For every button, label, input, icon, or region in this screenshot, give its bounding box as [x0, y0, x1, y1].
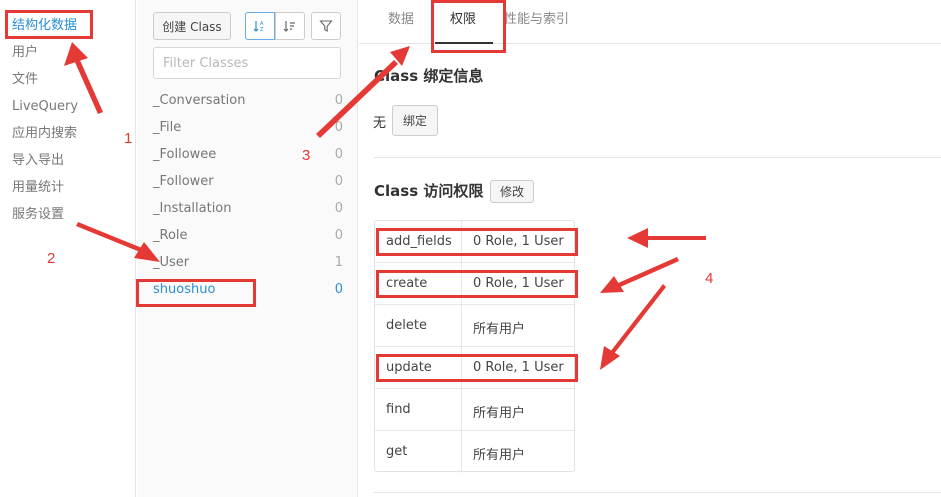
- active-tab-indicator: [435, 42, 493, 44]
- bind-button[interactable]: 绑定: [392, 105, 438, 136]
- class-name: _Installation: [153, 201, 232, 216]
- table-row[interactable]: delete 所有用户: [375, 305, 574, 347]
- class-count: 0: [334, 201, 343, 216]
- class-item-installation[interactable]: _Installation 0: [153, 199, 343, 219]
- svg-text:Z: Z: [260, 27, 264, 33]
- permission-value: 0 Role, 1 User: [473, 276, 564, 291]
- nav-item-usage-stats[interactable]: 用量统计: [12, 180, 64, 196]
- permission-name: delete: [386, 318, 427, 333]
- nav-item-in-app-search[interactable]: 应用内搜索: [12, 126, 77, 142]
- tab-permissions[interactable]: 权限: [450, 12, 476, 28]
- nav-item-structured-data[interactable]: 结构化数据: [12, 18, 77, 34]
- permission-name: create: [386, 276, 428, 291]
- sort-alpha-button[interactable]: A Z: [245, 12, 275, 40]
- divider: [374, 492, 941, 493]
- permission-value: 所有用户: [473, 406, 526, 421]
- nav-item-files[interactable]: 文件: [12, 72, 38, 88]
- table-row[interactable]: get 所有用户: [375, 431, 574, 473]
- permission-name: add_fields: [386, 234, 452, 249]
- sort-count-icon: [283, 21, 295, 32]
- class-count: 0: [334, 282, 343, 297]
- class-name: _User: [153, 255, 190, 270]
- tab-performance-index[interactable]: 性能与索引: [504, 12, 569, 28]
- class-item-conversation[interactable]: _Conversation 0: [153, 91, 343, 111]
- nav-item-import-export[interactable]: 导入导出: [12, 153, 64, 169]
- class-item-role[interactable]: _Role 0: [153, 226, 343, 246]
- table-row[interactable]: find 所有用户: [375, 389, 574, 431]
- permission-value: 所有用户: [473, 448, 526, 463]
- sort-count-button[interactable]: [275, 12, 305, 40]
- permission-value: 0 Role, 1 User: [473, 234, 564, 249]
- class-name: _File: [153, 120, 182, 135]
- tab-bar: 数据 权限 性能与索引: [359, 0, 941, 44]
- divider: [374, 157, 941, 158]
- class-list-panel: 创建 Class A Z _Conversation 0 _File 0 _Fo…: [137, 0, 358, 497]
- class-name: shuoshuo: [153, 282, 216, 297]
- filter-button[interactable]: [311, 12, 341, 40]
- class-item-shuoshuo[interactable]: shuoshuo 0: [153, 280, 343, 300]
- class-count: 1: [334, 255, 343, 270]
- create-class-button[interactable]: 创建 Class: [153, 12, 231, 40]
- permission-name: update: [386, 360, 432, 375]
- table-row[interactable]: create 0 Role, 1 User: [375, 263, 574, 305]
- class-count: 0: [334, 228, 343, 243]
- permission-value: 所有用户: [473, 322, 526, 337]
- permission-name: find: [386, 402, 411, 417]
- class-name: _Follower: [153, 174, 214, 189]
- sort-alpha-icon: A Z: [253, 21, 264, 33]
- permission-value: 0 Role, 1 User: [473, 360, 564, 375]
- class-count: 0: [334, 120, 343, 135]
- nav-item-users[interactable]: 用户: [12, 45, 38, 61]
- class-count: 0: [334, 147, 343, 162]
- nav-item-livequery[interactable]: LiveQuery: [12, 99, 78, 115]
- class-count: 0: [334, 93, 343, 108]
- class-item-file[interactable]: _File 0: [153, 118, 343, 138]
- filter-classes-input[interactable]: [153, 47, 341, 79]
- class-name: _Role: [153, 228, 188, 243]
- class-item-user[interactable]: _User 1: [153, 253, 343, 273]
- main-panel: 数据 权限 性能与索引 Class 绑定信息 无 绑定 Class 访问权限 修…: [359, 0, 941, 497]
- class-item-follower[interactable]: _Follower 0: [153, 172, 343, 192]
- nav-item-service-settings[interactable]: 服务设置: [12, 207, 64, 223]
- class-count: 0: [334, 174, 343, 189]
- permissions-table: add_fields 0 Role, 1 User create 0 Role,…: [374, 220, 575, 473]
- edit-permissions-button[interactable]: 修改: [490, 180, 534, 203]
- class-access-title: Class 访问权限: [374, 182, 484, 200]
- filter-icon: [319, 20, 333, 32]
- left-navigation: 结构化数据 用户 文件 LiveQuery 应用内搜索 导入导出 用量统计 服务…: [0, 0, 136, 497]
- tab-data[interactable]: 数据: [388, 12, 414, 28]
- class-item-followee[interactable]: _Followee 0: [153, 145, 343, 165]
- permission-name: get: [386, 444, 408, 459]
- table-row[interactable]: add_fields 0 Role, 1 User: [375, 221, 574, 263]
- class-binding-title: Class 绑定信息: [374, 67, 484, 85]
- table-row[interactable]: update 0 Role, 1 User: [375, 347, 574, 389]
- binding-value: 无: [373, 116, 387, 131]
- class-name: _Followee: [153, 147, 217, 162]
- class-name: _Conversation: [153, 93, 246, 108]
